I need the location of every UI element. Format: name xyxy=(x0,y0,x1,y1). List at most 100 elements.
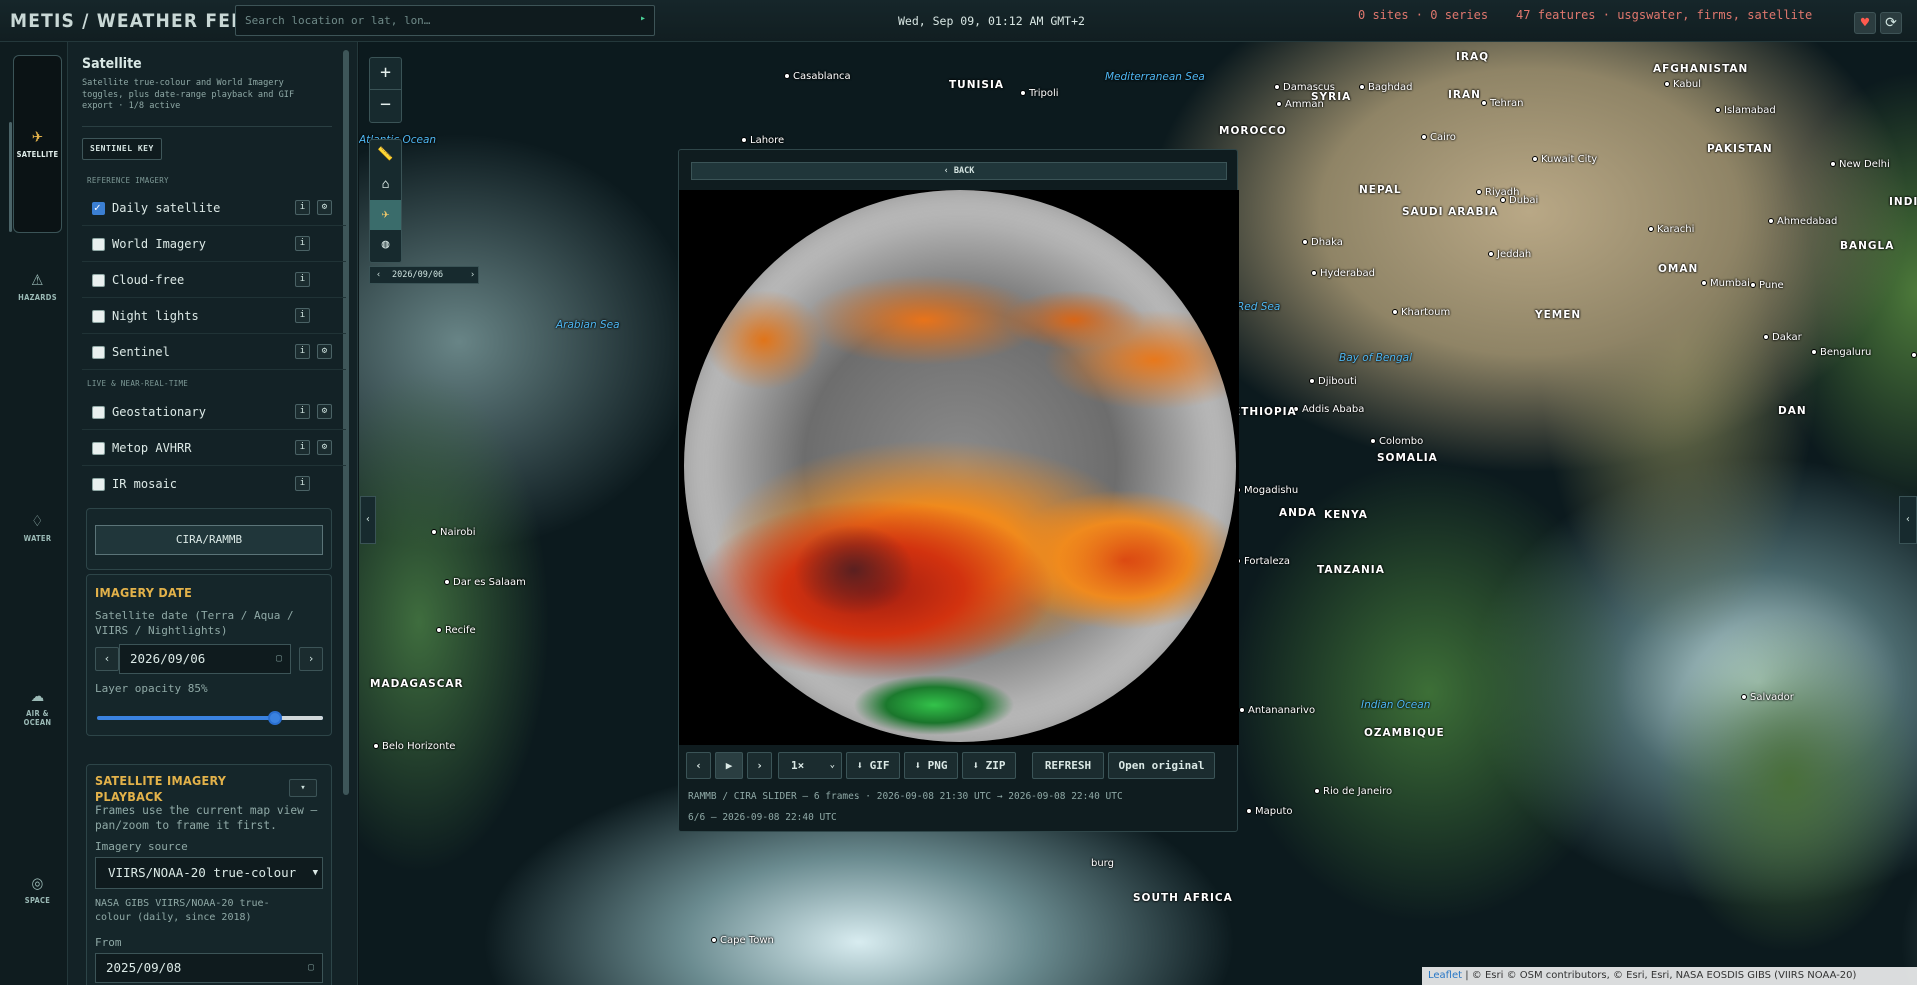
rail-item-hazards[interactable]: ⚠ HAZARDS xyxy=(13,271,62,302)
playback-heading: SATELLITE IMAGERY PLAYBACK xyxy=(95,773,227,804)
rail-item-label: HAZARDS xyxy=(18,293,57,302)
map-label: burg xyxy=(1091,858,1114,869)
layer-label: Sentinel xyxy=(112,345,170,359)
layer-ir-mosaic[interactable]: IR mosaic i xyxy=(82,466,346,502)
map-label: Maputo xyxy=(1246,806,1292,817)
search-box[interactable]: ▸ xyxy=(235,5,655,36)
download-zip-button[interactable]: ⬇ ZIP xyxy=(962,752,1016,779)
map-label: SAUDI ARABIA xyxy=(1402,206,1499,218)
map-label: Djibouti xyxy=(1309,376,1357,387)
checkbox[interactable] xyxy=(92,274,105,287)
checkbox[interactable] xyxy=(92,442,105,455)
search-submit-icon[interactable]: ▸ xyxy=(640,13,646,24)
download-png-button[interactable]: ⬇ PNG xyxy=(904,752,958,779)
prev-date-button[interactable]: ‹ xyxy=(376,267,381,283)
info-icon[interactable]: i xyxy=(295,476,310,491)
info-icon[interactable]: i xyxy=(295,236,310,251)
playback-text: Frames use the current map view — pan/zo… xyxy=(95,804,318,832)
layer-world-imagery[interactable]: World Imagery i xyxy=(82,226,346,262)
checkbox[interactable] xyxy=(92,310,105,323)
globe-icon[interactable]: ◍ xyxy=(370,230,401,260)
map-label: Pune xyxy=(1750,280,1784,291)
satellite-image-viewer xyxy=(679,190,1239,745)
play-button[interactable]: ▶ xyxy=(715,752,743,779)
gear-icon[interactable]: ⚙ xyxy=(317,404,332,419)
next-date-button[interactable]: › xyxy=(470,267,475,283)
checkbox[interactable] xyxy=(92,201,105,215)
map-label: Red Sea xyxy=(1237,301,1281,313)
date-input[interactable]: 2026/09/06 ▢ xyxy=(119,644,291,674)
map-label: ANDA xyxy=(1279,507,1317,519)
download-gif-button[interactable]: ⬇ GIF xyxy=(846,752,900,779)
next-frame-button[interactable]: › xyxy=(747,752,772,779)
cira-rammb-button[interactable]: CIRA/RAMMB xyxy=(95,525,323,555)
gear-icon[interactable]: ⚙ xyxy=(317,440,332,455)
info-icon[interactable]: i xyxy=(295,308,310,323)
checkbox[interactable] xyxy=(92,478,105,491)
calendar-icon[interactable]: ▢ xyxy=(308,954,314,982)
info-icon[interactable]: i xyxy=(295,272,310,287)
expand-right-panel-button[interactable]: ‹ xyxy=(1899,496,1917,544)
map-label: OMAN xyxy=(1658,263,1699,275)
imagery-date-text: Satellite date (Terra / Aqua / VIIRS / N… xyxy=(95,609,294,637)
current-datetime: Wed, Sep 09, 01:12 AM GMT+2 xyxy=(898,14,1085,28)
gear-icon[interactable]: ⚙ xyxy=(317,200,332,215)
prev-date-button[interactable]: ‹ xyxy=(95,647,119,671)
map-label: Islamabad xyxy=(1715,105,1776,116)
collapse-sidebar-button[interactable]: ‹ xyxy=(360,496,376,544)
droplet-icon: ♢ xyxy=(31,512,44,530)
speed-select[interactable]: 1× ⌄ xyxy=(778,752,842,779)
open-original-button[interactable]: Open original xyxy=(1108,752,1215,779)
sentinel-key-button[interactable]: SENTINEL KEY xyxy=(82,138,162,160)
map-label: Arabian Sea xyxy=(556,319,620,331)
zoom-out-button[interactable]: − xyxy=(370,90,401,122)
rail-item-space[interactable]: ◎ SPACE xyxy=(13,874,62,905)
refresh-button[interactable]: REFRESH xyxy=(1032,752,1104,779)
refresh-icon[interactable]: ⟳ xyxy=(1880,12,1902,34)
back-button[interactable]: ‹ BACK xyxy=(691,162,1227,180)
prev-frame-button[interactable]: ‹ xyxy=(686,752,711,779)
playback-toggle-button[interactable]: ▾ xyxy=(289,779,317,797)
opacity-slider-handle[interactable] xyxy=(268,711,282,725)
next-date-button[interactable]: › xyxy=(299,647,323,671)
zoom-in-button[interactable]: + xyxy=(370,58,401,90)
home-icon[interactable]: ⌂ xyxy=(370,170,401,200)
info-icon[interactable]: i xyxy=(295,200,310,215)
gear-icon[interactable]: ⚙ xyxy=(317,344,332,359)
imagery-date-card: IMAGERY DATE Satellite date (Terra / Aqu… xyxy=(86,574,332,736)
layer-metop-avhrr[interactable]: Metop AVHRR i ⚙ xyxy=(82,430,346,466)
checkbox[interactable] xyxy=(92,238,105,251)
source-note: NASA GIBS VIIRS/NOAA-20 true-colour (dai… xyxy=(95,898,270,923)
checkbox[interactable] xyxy=(92,406,105,419)
info-icon[interactable]: i xyxy=(295,404,310,419)
layer-night-lights[interactable]: Night lights i xyxy=(82,298,346,334)
layer-label: Geostationary xyxy=(112,405,206,419)
info-icon[interactable]: i xyxy=(295,440,310,455)
ruler-icon[interactable]: 📏 xyxy=(370,140,401,170)
map-label: Bay of Bengal xyxy=(1339,352,1412,364)
map-label: Dar es Salaam xyxy=(444,577,526,588)
map-label: Dhaka xyxy=(1302,237,1343,248)
checkbox[interactable] xyxy=(92,346,105,359)
layer-daily-satellite[interactable]: Daily satellite i ⚙ xyxy=(82,190,346,226)
leaflet-link[interactable]: Leaflet xyxy=(1428,970,1462,981)
map-label: Damascus xyxy=(1274,82,1335,93)
layer-sentinel[interactable]: Sentinel i ⚙ xyxy=(82,334,346,370)
opacity-slider-track[interactable] xyxy=(97,716,323,720)
from-date-input[interactable]: 2025/09/08 ▢ xyxy=(95,953,323,983)
map-label: INDIA xyxy=(1889,196,1917,208)
satellite-icon[interactable]: ✈ xyxy=(370,200,401,230)
rail-item-satellite[interactable]: ✈ SATELLITE xyxy=(13,55,62,233)
rail-item-air-ocean[interactable]: ☁ AIR & OCEAN xyxy=(13,687,62,727)
layer-geostationary[interactable]: Geostationary i ⚙ xyxy=(82,394,346,430)
calendar-icon[interactable]: ▢ xyxy=(276,645,282,673)
search-input[interactable] xyxy=(245,6,625,35)
map-label: Kabul xyxy=(1664,79,1701,90)
imagery-source-select[interactable]: VIIRS/NOAA-20 true-colour ▼ xyxy=(95,857,323,889)
map-label: Fortaleza xyxy=(1235,556,1290,567)
rail-item-water[interactable]: ♢ WATER xyxy=(13,512,62,543)
favorite-icon[interactable]: ♥ xyxy=(1854,12,1876,34)
info-icon[interactable]: i xyxy=(295,344,310,359)
layer-cloud-free[interactable]: Cloud-free i xyxy=(82,262,346,298)
map-label: ETHIOPIA xyxy=(1233,406,1297,418)
